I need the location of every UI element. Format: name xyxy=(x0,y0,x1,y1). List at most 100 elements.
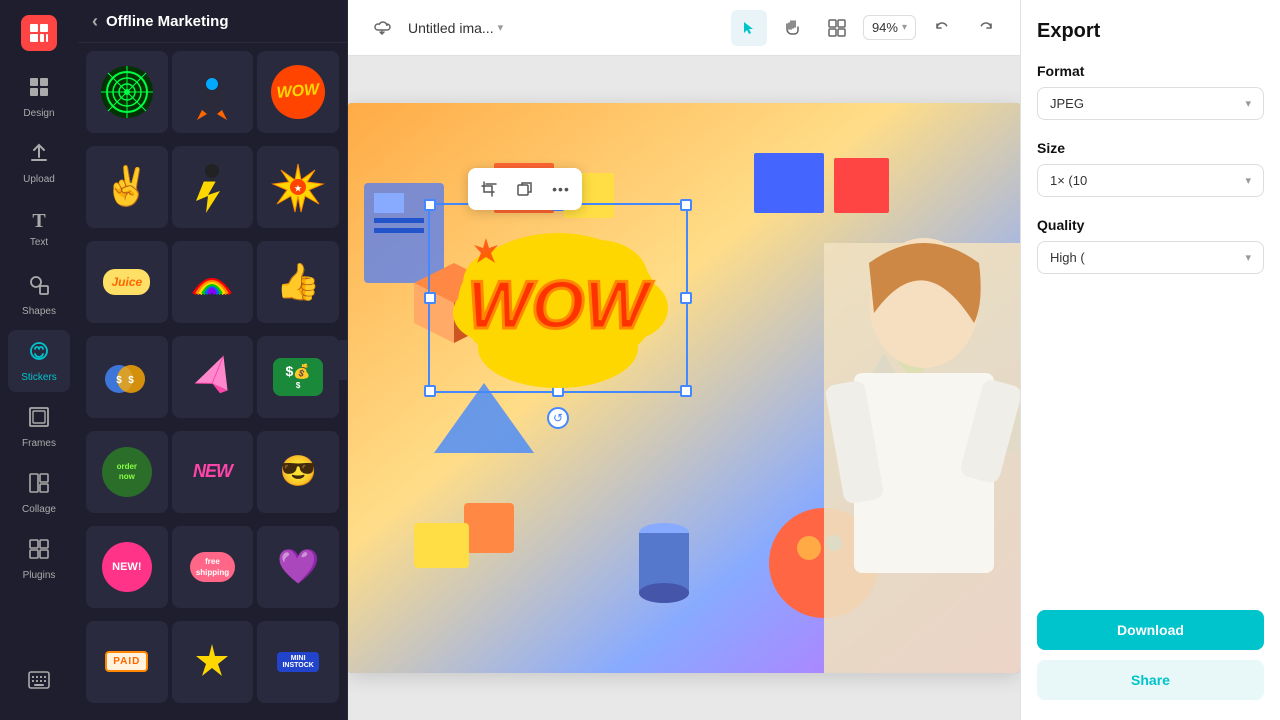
back-button[interactable]: ‹ xyxy=(92,12,98,30)
file-name[interactable]: Untitled ima... ▾ xyxy=(408,20,503,36)
svg-text:★: ★ xyxy=(295,184,303,193)
sidebar-item-shapes[interactable]: Shapes xyxy=(8,264,70,326)
sticker-mini-instock[interactable]: MINIINSTOCK xyxy=(257,621,339,703)
design-icon xyxy=(28,76,50,104)
sidebar-item-stickers[interactable]: Stickers xyxy=(8,330,70,392)
stickers-label: Stickers xyxy=(21,372,57,383)
format-dropdown[interactable]: JPEG ▾ xyxy=(1037,87,1264,120)
handle-bottom-right[interactable] xyxy=(680,385,692,397)
canvas-area[interactable]: ↺ WOW xyxy=(348,56,1020,720)
upload-icon xyxy=(28,142,50,170)
size-chevron: ▾ xyxy=(1245,174,1251,187)
hand-tool-button[interactable] xyxy=(775,10,811,46)
panel-collapse-handle[interactable]: › xyxy=(339,340,348,380)
frames-icon xyxy=(28,406,50,434)
export-actions: Download Share xyxy=(1037,610,1264,700)
sticker-juice[interactable]: Juice xyxy=(86,241,168,323)
zoom-control[interactable]: 94% ▾ xyxy=(863,15,916,40)
handle-bottom-mid[interactable] xyxy=(552,385,564,397)
share-button[interactable]: Share xyxy=(1037,660,1264,700)
floating-toolbar: ••• xyxy=(468,168,582,210)
sidebar-item-frames[interactable]: Frames xyxy=(8,396,70,458)
main-area: Untitled ima... ▾ 94% ▾ xyxy=(348,0,1020,720)
panel-header: ‹ Offline Marketing xyxy=(78,0,347,43)
sticker-thumbsup[interactable]: 👍 xyxy=(257,241,339,323)
redo-button[interactable] xyxy=(968,10,1004,46)
svg-text:$: $ xyxy=(116,375,122,386)
filename-dropdown-icon: ▾ xyxy=(498,21,504,34)
collage-icon xyxy=(28,472,50,500)
undo-button[interactable] xyxy=(924,10,960,46)
more-icon: ••• xyxy=(552,181,570,197)
keyboard-icon xyxy=(28,671,50,692)
export-title: Export xyxy=(1037,20,1264,43)
top-bar-right: 94% ▾ xyxy=(731,10,1004,46)
stickers-icon xyxy=(28,340,50,368)
more-options-button[interactable]: ••• xyxy=(544,172,578,206)
quality-value: High ( xyxy=(1050,250,1085,265)
sidebar-item-collage[interactable]: Collage xyxy=(8,462,70,524)
handle-mid-right[interactable] xyxy=(680,292,692,304)
sticker-new-text[interactable]: NEW xyxy=(172,431,254,513)
format-value: JPEG xyxy=(1050,96,1084,111)
size-dropdown[interactable]: 1× (10 ▾ xyxy=(1037,164,1264,197)
plugins-icon xyxy=(28,538,50,566)
zoom-dropdown-icon: ▾ xyxy=(902,22,907,33)
sidebar-item-plugins[interactable]: Plugins xyxy=(8,528,70,590)
sticker-order-now[interactable]: ordernow xyxy=(86,431,168,513)
handle-mid-left[interactable] xyxy=(424,292,436,304)
handle-top-left[interactable] xyxy=(424,199,436,211)
wow-sticker[interactable]: ↺ WOW xyxy=(428,203,688,393)
shapes-label: Shapes xyxy=(22,306,56,317)
shapes-icon xyxy=(28,274,50,302)
sticker-paid-badge[interactable]: PAID xyxy=(86,621,168,703)
sticker-wow-badge[interactable]: WOW xyxy=(257,51,339,133)
sticker-free-shipping[interactable]: freeshipping xyxy=(172,526,254,608)
sticker-sunglasses[interactable]: 😎 xyxy=(257,431,339,513)
rotate-handle[interactable]: ↺ xyxy=(547,407,569,429)
format-section: Format JPEG ▾ xyxy=(1037,63,1264,120)
sticker-gold-star[interactable] xyxy=(172,621,254,703)
quality-chevron: ▾ xyxy=(1245,251,1251,264)
design-label: Design xyxy=(23,108,54,119)
stickers-grid: WOW ✌️ ★ Juice xyxy=(78,43,347,720)
sticker-peace-hand[interactable]: ✌️ xyxy=(86,146,168,228)
crop-button[interactable] xyxy=(472,172,506,206)
sidebar-item-upload[interactable]: Upload xyxy=(8,132,70,194)
sticker-purple-heart[interactable]: 💜 xyxy=(257,526,339,608)
handle-top-right[interactable] xyxy=(680,199,692,211)
sticker-paper-plane[interactable] xyxy=(172,336,254,418)
collage-label: Collage xyxy=(22,504,56,515)
export-panel: Export Format JPEG ▾ Size 1× (10 ▾ Quali… xyxy=(1020,0,1280,720)
select-tool-button[interactable] xyxy=(731,10,767,46)
app-logo[interactable] xyxy=(8,8,70,58)
sticker-rocket[interactable] xyxy=(172,51,254,133)
duplicate-button[interactable] xyxy=(508,172,542,206)
plugins-label: Plugins xyxy=(23,570,56,581)
sticker-burst-star[interactable]: ★ xyxy=(257,146,339,228)
quality-dropdown[interactable]: High ( ▾ xyxy=(1037,241,1264,274)
format-chevron: ▾ xyxy=(1245,97,1251,110)
sticker-money[interactable]: $💰 $ xyxy=(257,336,339,418)
save-cloud-button[interactable] xyxy=(364,10,400,46)
selection-box xyxy=(428,203,688,393)
logo-icon xyxy=(21,15,57,51)
sticker-coins[interactable]: $ $ xyxy=(86,336,168,418)
sticker-lightning-person[interactable] xyxy=(172,146,254,228)
top-bar-left: Untitled ima... ▾ xyxy=(364,10,719,46)
sticker-rainbow[interactable] xyxy=(172,241,254,323)
sidebar-item-text[interactable]: T Text xyxy=(8,198,70,260)
text-label: Text xyxy=(30,237,48,248)
sticker-green-mandala[interactable] xyxy=(86,51,168,133)
upload-label: Upload xyxy=(23,174,55,185)
panel-title: Offline Marketing xyxy=(106,13,229,30)
sidebar-bottom-icon[interactable] xyxy=(8,650,70,712)
handle-bottom-left[interactable] xyxy=(424,385,436,397)
top-bar: Untitled ima... ▾ 94% ▾ xyxy=(348,0,1020,56)
sidebar-item-design[interactable]: Design xyxy=(8,66,70,128)
sticker-new-pink[interactable]: NEW! xyxy=(86,526,168,608)
view-options-button[interactable] xyxy=(819,10,855,46)
quality-label: Quality xyxy=(1037,217,1264,233)
download-button[interactable]: Download xyxy=(1037,610,1264,650)
file-name-text: Untitled ima... xyxy=(408,20,494,36)
